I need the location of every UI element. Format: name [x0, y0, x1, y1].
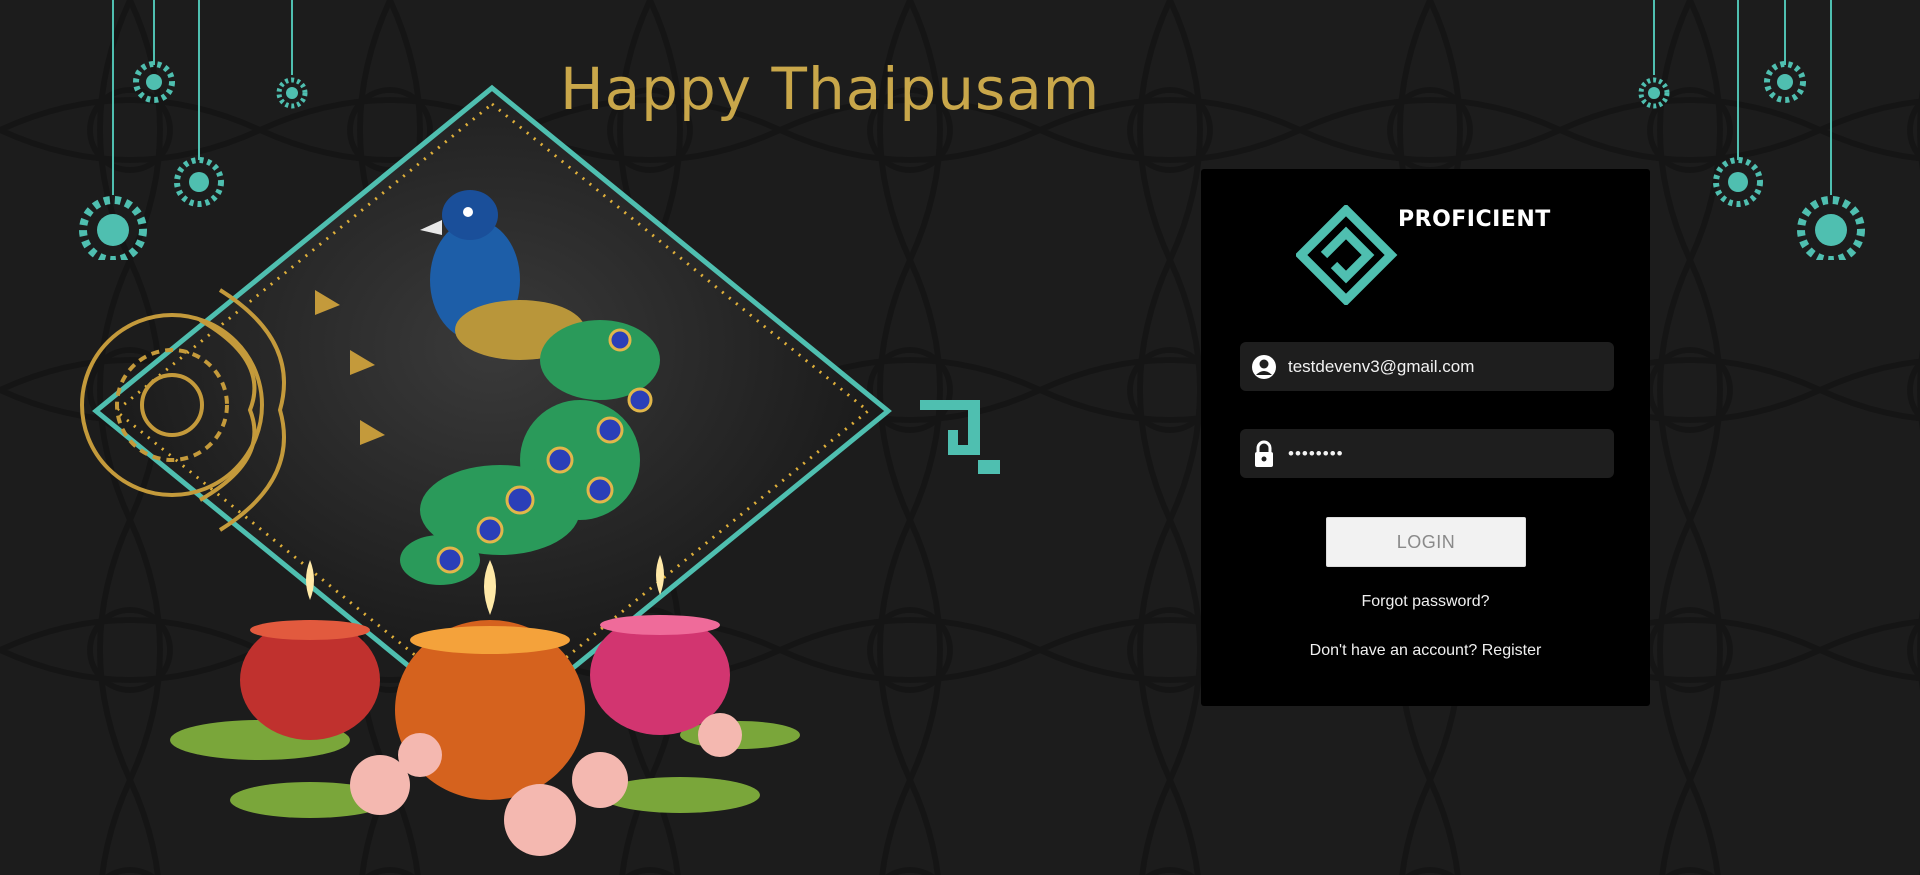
email-field[interactable]: [1240, 342, 1614, 391]
proficient-mark-icon: [920, 400, 1000, 474]
no-account-text: Don't have an account?: [1309, 642, 1478, 659]
password-input[interactable]: [1286, 442, 1590, 465]
login-card: PROFICIENT LOGIN Forgot password? Don't …: [1201, 169, 1650, 706]
login-button[interactable]: LOGIN: [1326, 517, 1526, 567]
lock-icon: [1250, 440, 1278, 468]
register-link[interactable]: Register: [1482, 642, 1542, 659]
email-input[interactable]: [1286, 355, 1590, 378]
user-circle-icon: [1250, 353, 1278, 381]
brand-name: PROFICIENT: [1398, 207, 1551, 232]
register-prompt: Don't have an account? Register: [1201, 642, 1650, 660]
thaipusam-illustration: [80, 84, 892, 856]
password-field[interactable]: [1240, 429, 1614, 478]
forgot-password-link[interactable]: Forgot password?: [1201, 593, 1650, 611]
